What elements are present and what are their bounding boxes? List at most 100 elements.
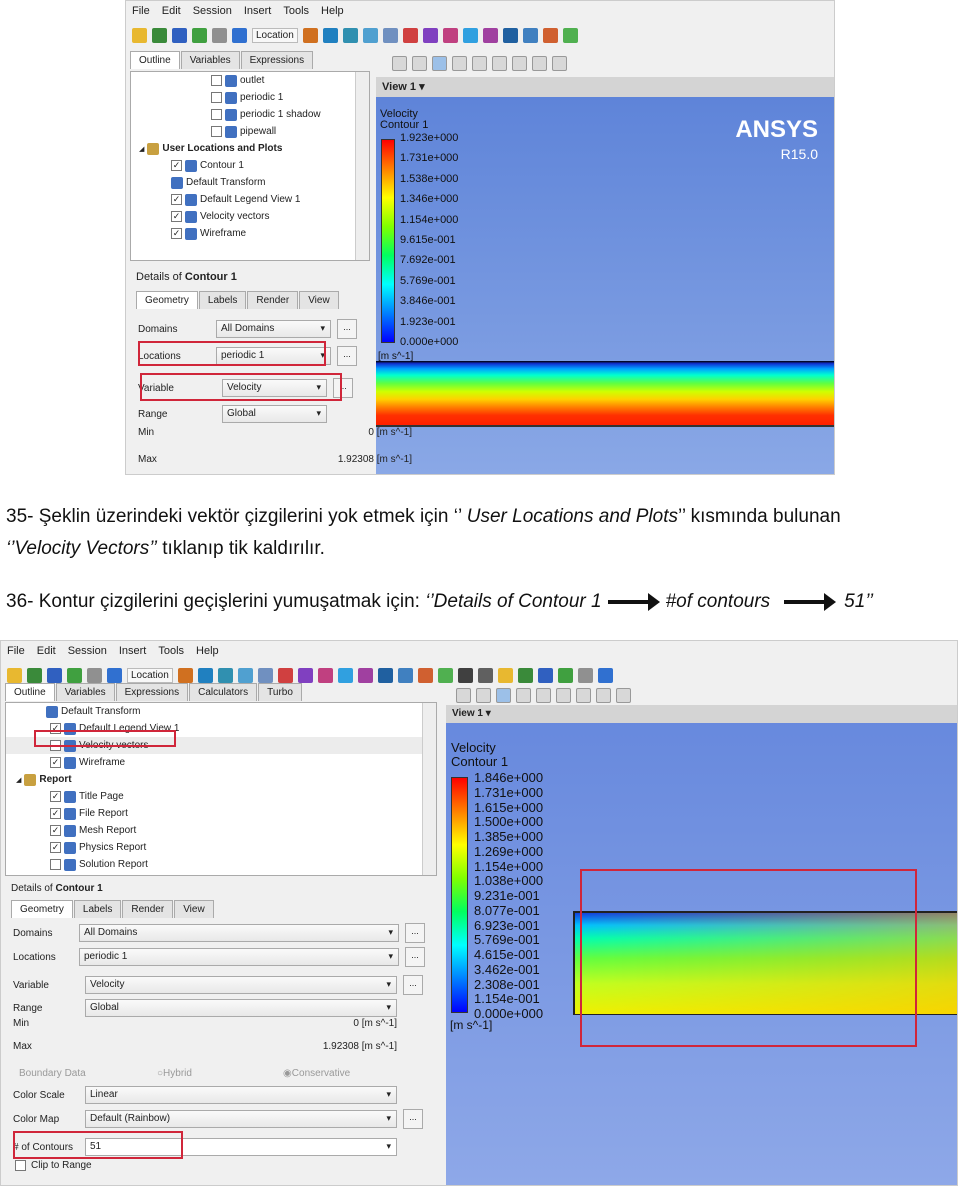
toolbar-tool-icon[interactable] <box>537 667 553 683</box>
toolbar-tool-icon[interactable] <box>357 667 373 683</box>
menu-insert[interactable]: Insert <box>119 645 147 659</box>
menu-edit[interactable]: Edit <box>162 5 181 19</box>
tab-render[interactable]: Render <box>247 291 299 309</box>
viewer-tool-icon[interactable] <box>392 55 407 71</box>
colormap-dropdown[interactable]: Default (Rainbow) <box>85 1110 397 1128</box>
menu-file[interactable]: File <box>132 5 150 19</box>
3d-view[interactable]: View 1 ▾ Velocity Contour 1 [m s^-1] 1.84… <box>446 705 957 1185</box>
toolbar-tool-icon[interactable] <box>7 667 22 683</box>
checkbox[interactable] <box>15 1160 26 1171</box>
tab-calculators[interactable]: Calculators <box>189 683 258 701</box>
toolbar-tool-icon[interactable] <box>317 667 333 683</box>
tree-item[interactable]: ✓ Default Legend View 1 <box>131 191 369 208</box>
viewer[interactable]: View 1 ▾ ANSYS R15.0 Velocity Contour 1 [m… <box>376 51 834 474</box>
toolbar-tool-icon[interactable] <box>462 27 478 43</box>
toolbar-tool-icon[interactable] <box>497 667 513 683</box>
toolbar-tool-icon[interactable] <box>362 27 378 43</box>
viewer-tool-icon[interactable] <box>552 55 567 71</box>
toolbar-tool-icon[interactable] <box>337 667 353 683</box>
tab-labels[interactable]: Labels <box>73 900 122 918</box>
tab-outline[interactable]: Outline <box>130 51 180 69</box>
toolbar-tool-icon[interactable] <box>132 27 147 43</box>
tab-expressions[interactable]: Expressions <box>240 51 314 69</box>
toolbar-tool-icon[interactable] <box>47 667 62 683</box>
tree-item[interactable]: ✓ Wireframe <box>6 754 436 771</box>
tree-item[interactable]: ✓ Contour 1 <box>131 157 369 174</box>
tree-item[interactable]: ✓ Title Page <box>6 788 436 805</box>
toolbar-tool-icon[interactable] <box>422 27 438 43</box>
menu-help[interactable]: Help <box>196 645 219 659</box>
tree-item[interactable]: Solution Report <box>6 856 436 873</box>
toolbar-tool-icon[interactable] <box>397 667 413 683</box>
toolbar-tool-icon[interactable] <box>237 667 253 683</box>
toolbar-tool-icon[interactable] <box>322 27 338 43</box>
toolbar-tool-icon[interactable] <box>437 667 453 683</box>
range-dropdown[interactable]: Global <box>85 999 397 1017</box>
domains-more-button[interactable]: ... <box>405 923 425 943</box>
menu-file[interactable]: File <box>7 645 25 659</box>
viewer-tool-icon[interactable] <box>432 55 447 71</box>
viewer-tool-icon[interactable] <box>576 687 591 703</box>
toolbar-tool-icon[interactable] <box>562 27 578 43</box>
toolbar-tool-icon[interactable] <box>192 27 207 43</box>
view-selector[interactable]: View 1 ▾ <box>446 705 957 723</box>
toolbar-tool-icon[interactable] <box>382 27 398 43</box>
viewer-tool-icon[interactable] <box>492 55 507 71</box>
toolbar-tool-icon[interactable] <box>257 667 273 683</box>
tab-geometry[interactable]: Geometry <box>136 291 198 309</box>
menu-session[interactable]: Session <box>68 645 107 659</box>
variable-more-button[interactable]: ... <box>403 975 423 995</box>
checkbox[interactable]: ✓ <box>50 791 61 802</box>
checkbox[interactable]: ✓ <box>50 825 61 836</box>
toolbar-tool-icon[interactable] <box>402 27 418 43</box>
viewer[interactable]: View 1 ▾ Velocity Contour 1 [m s^-1] 1.84… <box>446 683 957 1185</box>
menu-session[interactable]: Session <box>193 5 232 19</box>
toolbar-tool-icon[interactable] <box>87 667 102 683</box>
tree-item[interactable]: Default Transform <box>131 174 369 191</box>
radio-conservative[interactable]: ◉ <box>283 1068 292 1079</box>
scrollbar[interactable] <box>355 72 369 260</box>
toolbar-tool-icon[interactable] <box>217 667 233 683</box>
colormap-more-button[interactable]: ... <box>403 1109 423 1129</box>
tab-outline[interactable]: Outline <box>5 683 55 701</box>
menu-help[interactable]: Help <box>321 5 344 19</box>
checkbox[interactable] <box>211 92 222 103</box>
checkbox[interactable]: ✓ <box>171 228 182 239</box>
toolbar-tool-icon[interactable] <box>212 27 227 43</box>
outline-tree[interactable]: outlet periodic 1 periodic 1 shadow pipewal… <box>130 71 370 261</box>
checkbox[interactable]: ✓ <box>50 757 61 768</box>
tree-item[interactable]: Default Transform <box>6 703 436 720</box>
tree-item[interactable]: periodic 1 <box>131 89 369 106</box>
tree-item[interactable]: ✓User Data <box>6 873 436 875</box>
expand-arrow-icon[interactable]: ◢ <box>139 145 144 153</box>
checkbox[interactable] <box>211 75 222 86</box>
tree-item[interactable]: ✓ Physics Report <box>6 839 436 856</box>
toolbar-tool-icon[interactable] <box>377 667 393 683</box>
toolbar-tool-icon[interactable] <box>302 27 318 43</box>
checkbox[interactable]: ✓ <box>171 194 182 205</box>
clip-to-range[interactable]: Clip to Range <box>15 1160 92 1171</box>
outline-tree[interactable]: Default Transform ✓ Default Legend View 1V… <box>5 702 437 876</box>
expand-arrow-icon[interactable]: ◢ <box>16 776 21 784</box>
viewer-tool-icon[interactable] <box>496 687 511 703</box>
menu-edit[interactable]: Edit <box>37 645 56 659</box>
tab-variables[interactable]: Variables <box>55 683 115 701</box>
locations-more-button[interactable]: ... <box>337 346 357 366</box>
toolbar-tool-icon[interactable] <box>232 27 247 43</box>
menu-tools[interactable]: Tools <box>158 645 184 659</box>
viewer-tool-icon[interactable] <box>412 55 427 71</box>
tab-render[interactable]: Render <box>122 900 174 918</box>
toolbar-tool-icon[interactable] <box>522 27 538 43</box>
scrollbar[interactable] <box>422 703 436 875</box>
toolbar-tool-icon[interactable] <box>417 667 433 683</box>
tree-item[interactable]: periodic 1 shadow <box>131 106 369 123</box>
toolbar-tool-icon[interactable] <box>297 667 313 683</box>
toolbar-tool-icon[interactable] <box>342 27 358 43</box>
tree-item[interactable]: ✓ File Report <box>6 805 436 822</box>
toolbar-tool-icon[interactable] <box>542 27 558 43</box>
viewer-tool-icon[interactable] <box>512 55 527 71</box>
viewer-tool-icon[interactable] <box>452 55 467 71</box>
domains-dropdown[interactable]: All Domains <box>79 924 399 942</box>
toolbar-tool-icon[interactable] <box>482 27 498 43</box>
toolbar-tool-icon[interactable] <box>577 667 593 683</box>
